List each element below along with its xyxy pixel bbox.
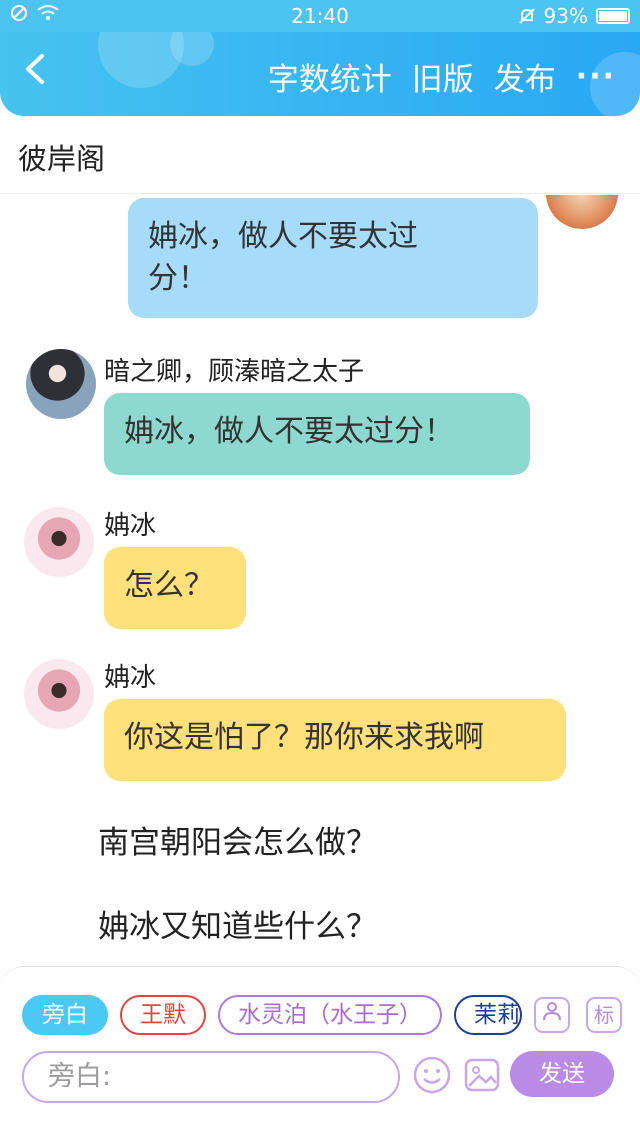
status-right: 93% — [518, 4, 630, 28]
avatar[interactable] — [26, 349, 96, 419]
bell-muted-icon — [518, 8, 535, 24]
avatar[interactable] — [24, 659, 94, 729]
message-text: 分！ — [148, 261, 208, 296]
narration-text: 姌冰又知道些什么？ — [98, 909, 377, 945]
narration-text: 南宫朝阳会怎么做？ — [98, 825, 377, 861]
message-bubble[interactable]: 姌冰，做人不要太过 分！ — [128, 198, 538, 318]
message-input[interactable]: 旁白: — [22, 1051, 400, 1103]
speaker-name: 姌冰 — [104, 663, 157, 693]
emoji-icon[interactable] — [412, 1055, 452, 1095]
chip-role[interactable]: 王默 — [120, 995, 206, 1035]
avatar[interactable] — [24, 507, 94, 577]
avatar[interactable] — [546, 195, 618, 229]
message-text: 姌冰，做人不要太过 — [148, 219, 418, 254]
tag-button[interactable]: 标 — [586, 997, 622, 1033]
message-text: 姌冰，做人不要太过分！ — [124, 414, 454, 449]
chip-role[interactable]: 水灵泊（水王子） — [218, 995, 442, 1035]
chat-area[interactable]: 姌冰，做人不要太过 分！ 暗之卿，顾溱暗之太子 姌冰，做人不要太过分！ 姌冰 怎… — [0, 195, 640, 965]
story-title-bar: 彼岸阁 — [0, 116, 640, 194]
battery-percent: 93% — [543, 4, 588, 28]
speaker-name: 姌冰 — [104, 511, 157, 541]
more-button[interactable]: ··· — [576, 59, 616, 94]
message-bubble[interactable]: 你这是怕了？那你来求我啊 — [104, 699, 566, 781]
battery-icon — [596, 8, 630, 24]
send-button[interactable]: 发送 — [510, 1051, 614, 1097]
speaker-name: 暗之卿，顾溱暗之太子 — [104, 357, 365, 387]
back-button[interactable] — [22, 52, 62, 92]
role-select-button[interactable] — [534, 997, 570, 1033]
message-text: 怎么？ — [124, 568, 214, 603]
person-icon — [543, 1002, 561, 1021]
old-version-button[interactable]: 旧版 — [412, 54, 474, 99]
role-chips: 旁白 王默 水灵泊（水王子） 茉莉 — [22, 995, 522, 1035]
message-bubble[interactable]: 姌冰，做人不要太过分！ — [104, 393, 530, 475]
message-text: 你这是怕了？那你来求我啊 — [124, 720, 484, 755]
word-count-button[interactable]: 字数统计 — [268, 54, 392, 99]
top-header: 字数统计 旧版 发布 ··· — [0, 32, 640, 116]
composer-bar: 旁白 王默 水灵泊（水王子） 茉莉 标 旁白: 发送 — [0, 966, 640, 1138]
header-actions: 字数统计 旧版 发布 ··· — [268, 54, 616, 99]
story-title: 彼岸阁 — [18, 142, 106, 176]
chip-role[interactable]: 茉莉 — [454, 995, 522, 1035]
publish-button[interactable]: 发布 — [494, 54, 556, 99]
chevron-left-icon — [26, 54, 44, 84]
image-icon[interactable] — [462, 1055, 502, 1095]
message-bubble[interactable]: 怎么？ — [104, 547, 246, 629]
chip-narrator[interactable]: 旁白 — [22, 995, 108, 1035]
status-bar: 21:40 93% — [0, 0, 640, 32]
